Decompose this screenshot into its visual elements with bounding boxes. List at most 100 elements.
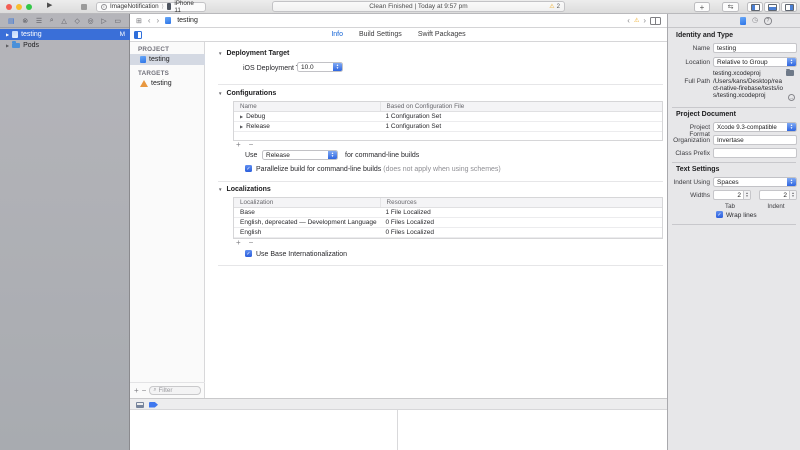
base-internationalization-label: Use Base Internationalization <box>256 251 347 258</box>
filter-field[interactable]: ⌕ <box>149 386 201 395</box>
project-format-dropdown[interactable]: Xcode 9.3-compatible ▴▾ <box>713 122 797 132</box>
indent-width-stepper[interactable]: 2 ▴▾ <box>759 190 797 200</box>
reveal-in-finder-icon[interactable]: → <box>788 94 795 101</box>
toggle-navigator-button[interactable] <box>747 2 763 12</box>
back-icon[interactable]: ‹ <box>148 16 151 25</box>
project-item-label: testing <box>21 31 42 38</box>
organization-field[interactable] <box>713 135 797 145</box>
tab-swift-packages[interactable]: Swift Packages <box>418 31 466 38</box>
section-configurations[interactable]: ▼ Configurations <box>218 90 276 97</box>
issue-badge[interactable]: ⚠ 2 <box>549 2 560 11</box>
full-path-value: /Users/kans/Desktop/react-native-firebas… <box>713 78 785 99</box>
section-deployment-target[interactable]: ▼ Deployment Target <box>218 50 289 57</box>
console-view[interactable] <box>398 410 667 450</box>
disclosure-icon[interactable]: ▶ <box>6 32 9 37</box>
previous-issue-icon[interactable]: ‹ <box>627 16 630 25</box>
show-projects-list-icon[interactable] <box>134 31 142 39</box>
issue-navigator-icon[interactable]: △ <box>61 17 66 25</box>
project-tree-item-testing[interactable]: ▶ testing M <box>0 29 130 40</box>
test-navigator-icon[interactable]: ◇ <box>74 17 79 25</box>
debug-area-toggle-icon[interactable] <box>136 402 144 408</box>
toggle-inspector-button[interactable] <box>781 2 797 12</box>
disclosure-icon[interactable]: ▶ <box>6 43 9 48</box>
forward-icon[interactable]: › <box>157 16 160 25</box>
zoom-window-button[interactable] <box>26 4 32 10</box>
close-window-button[interactable] <box>6 4 12 10</box>
indent-using-dropdown[interactable]: Spaces ▴▾ <box>713 177 797 187</box>
choose-location-folder-icon[interactable] <box>786 70 794 76</box>
project-info-content: ▼ Deployment Target iOS Deployment Targe… <box>205 42 667 398</box>
project-list-item[interactable]: testing <box>130 54 205 65</box>
jump-bar-file-name[interactable]: testing <box>177 17 198 24</box>
add-localization-button[interactable]: + <box>236 238 241 247</box>
breakpoint-navigator-icon[interactable]: ▷ <box>101 17 106 25</box>
class-prefix-field[interactable] <box>713 148 797 158</box>
disclosure-icon[interactable]: ▶ <box>240 124 243 129</box>
section-disclosure-icon[interactable]: ▼ <box>218 51 222 56</box>
name-label: Name <box>668 45 710 52</box>
breakpoints-toggle-icon[interactable] <box>149 402 158 408</box>
library-add-button[interactable]: + <box>694 2 710 12</box>
stepper-arrows-icon[interactable]: ▴▾ <box>743 191 750 199</box>
inspector-divider <box>672 107 796 108</box>
table-header: Name Based on Configuration File <box>234 102 662 112</box>
add-configuration-button[interactable]: + <box>236 140 241 149</box>
section-disclosure-icon[interactable]: ▼ <box>218 91 222 96</box>
table-row[interactable]: Base 1 File Localized <box>234 208 662 218</box>
symbol-navigator-icon[interactable]: ☰ <box>36 17 42 25</box>
minimize-window-button[interactable] <box>16 4 22 10</box>
run-button[interactable]: ▶ <box>47 1 52 9</box>
tab-build-settings[interactable]: Build Settings <box>359 31 402 38</box>
add-editor-icon[interactable] <box>650 17 661 25</box>
history-inspector-icon[interactable]: ◷ <box>752 17 758 25</box>
warning-icon: ⚠ <box>634 17 639 24</box>
remove-configuration-button[interactable]: − <box>249 140 254 149</box>
table-row[interactable]: English 0 Files Localized <box>234 228 662 238</box>
toggle-debug-area-button[interactable] <box>764 2 780 12</box>
report-navigator-icon[interactable]: ▭ <box>114 17 121 25</box>
code-review-button[interactable]: ⇆ <box>722 2 739 12</box>
disclosure-icon[interactable]: ▶ <box>240 114 243 119</box>
filter-input[interactable] <box>158 387 197 394</box>
remove-target-button[interactable]: − <box>142 386 147 395</box>
wrap-lines-checkbox[interactable]: ✓ <box>716 211 723 218</box>
tab-info[interactable]: Info <box>331 31 343 38</box>
table-row[interactable]: English, deprecated — Development Langua… <box>234 218 662 228</box>
table-row[interactable]: ▶Release 1 Configuration Set <box>234 122 662 132</box>
variables-view[interactable] <box>130 410 397 450</box>
use-label: Use <box>245 152 257 159</box>
app-target-icon <box>140 80 148 87</box>
base-internationalization-checkbox[interactable]: ✓ <box>245 250 252 257</box>
ios-deployment-target-dropdown[interactable]: 10.0 ▴▾ <box>297 62 343 72</box>
section-localizations[interactable]: ▼ Localizations <box>218 186 271 193</box>
remove-localization-button[interactable]: − <box>249 238 254 247</box>
related-items-icon[interactable]: ⊞ <box>136 17 142 25</box>
find-navigator-icon[interactable]: ⌕ <box>50 17 54 25</box>
next-issue-icon[interactable]: › <box>643 16 646 25</box>
command-line-config-dropdown[interactable]: Release ▴▾ <box>262 150 338 160</box>
file-inspector-icon[interactable] <box>740 17 746 25</box>
project-format-label: Project Format <box>668 124 710 138</box>
add-target-button[interactable]: + <box>134 386 139 395</box>
scheme-selector[interactable]: i ImageNotification ⟩ iPhone 11 <box>96 2 206 12</box>
section-title: Deployment Target <box>226 50 289 57</box>
project-tree-item-pods[interactable]: ▶ Pods <box>0 40 130 51</box>
debug-navigator-icon[interactable]: ◎ <box>88 17 94 25</box>
name-field[interactable] <box>713 43 797 53</box>
target-list-item[interactable]: testing <box>130 78 205 89</box>
project-navigator-icon[interactable]: ▤ <box>8 17 15 25</box>
table-row[interactable]: ▶Debug 1 Configuration Set <box>234 112 662 122</box>
location-dropdown[interactable]: Relative to Group ▴▾ <box>713 57 797 67</box>
warning-count: 2 <box>557 4 560 10</box>
dropdown-arrows-icon: ▴▾ <box>787 123 796 131</box>
stop-button[interactable] <box>81 4 87 10</box>
debug-area <box>130 410 667 450</box>
tab-width-stepper[interactable]: 2 ▴▾ <box>713 190 751 200</box>
source-control-navigator-icon[interactable]: ⊗ <box>22 17 28 25</box>
table-header: Localization Resources <box>234 198 662 208</box>
section-disclosure-icon[interactable]: ▼ <box>218 187 222 192</box>
stepper-arrows-icon[interactable]: ▴▾ <box>789 191 796 199</box>
parallelize-checkbox[interactable]: ✓ <box>245 165 252 172</box>
quick-help-inspector-icon[interactable]: ? <box>764 17 772 25</box>
inspector-tab-bar: ◷ ? <box>668 14 800 28</box>
